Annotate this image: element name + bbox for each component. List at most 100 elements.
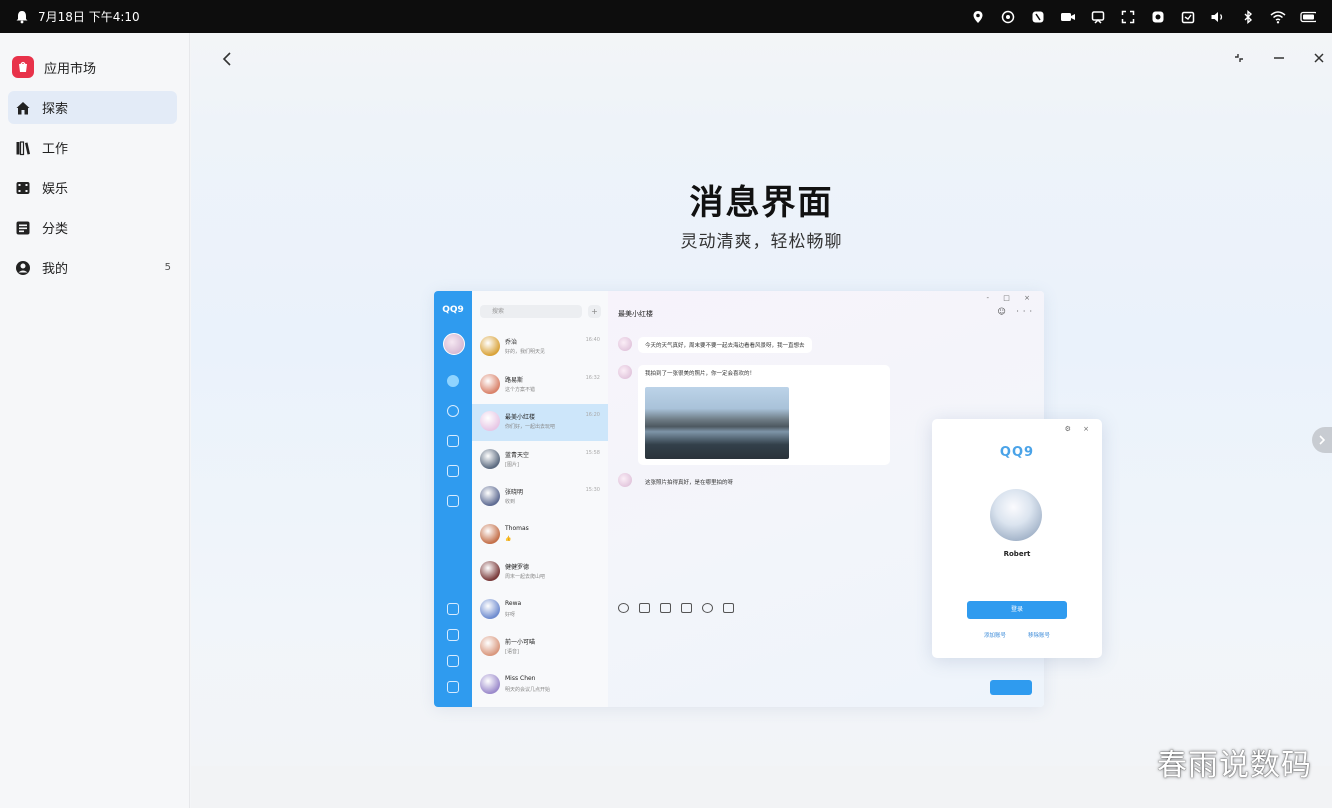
mock-login-controls: ⚙ × [1064, 425, 1094, 433]
mock-conversation-avatar [480, 523, 500, 544]
screenshot-icon[interactable] [1120, 9, 1136, 25]
cast-icon[interactable] [1090, 9, 1106, 25]
mock-mail-icon [447, 603, 459, 615]
chevron-right-icon [1319, 435, 1326, 445]
mock-conversation-item: 最美小红楼 你们好，一起出去玩吧 16:20 [472, 404, 608, 441]
sidebar-item-label: 分类 [42, 222, 69, 237]
system-status-bar: 7月18日 下午4:10 [0, 0, 1332, 33]
close-button[interactable] [1310, 49, 1328, 67]
sidebar-item-label: 娱乐 [42, 182, 69, 197]
mock-conversation-preview: 周末一起去爬山吧 [505, 574, 546, 580]
film-icon [14, 179, 32, 197]
back-button[interactable] [217, 49, 237, 69]
mock-more-icon [723, 603, 734, 613]
grid-list-icon [14, 219, 32, 237]
mock-conversation-avatar [480, 636, 500, 656]
mock-search-box: 搜索 [480, 305, 582, 318]
user-icon [14, 259, 32, 277]
sidebar: 应用市场 探索 工作 娱乐 分类 我的 5 [0, 33, 190, 808]
mock-conversation-time: 16:40 [585, 337, 600, 343]
mock-conversation-item: 前一小可喵 [语音] [472, 629, 608, 666]
nfc-icon[interactable] [1030, 9, 1046, 25]
mock-conversation-preview: 明天的会议几点开始 [505, 686, 551, 693]
sidebar-item-entertainment[interactable]: 娱乐 [8, 171, 177, 204]
mock-login-username: Robert [1003, 550, 1031, 558]
sidebar-item-label: 工作 [42, 142, 69, 157]
sidebar-item-label: 我的 [42, 262, 69, 277]
mock-conversation-preview: [图片] [505, 461, 519, 468]
fan-icon[interactable] [1000, 9, 1016, 25]
mock-conversation-preview: [语音] [505, 649, 519, 655]
record-icon[interactable] [1150, 9, 1166, 25]
mock-login-avatar [990, 489, 1042, 541]
mock-conversation-item: 张晓明 收到 15:30 [472, 479, 608, 516]
feature-title: 消息界面 [689, 183, 834, 223]
volume-icon[interactable] [1210, 9, 1226, 25]
mock-login-card: ⚙ × QQ9 Robert 登录 添加账号 移除账号 [932, 419, 1102, 658]
mock-chat-title: 最美小红楼 [618, 310, 653, 318]
mock-chat-tools: ☺ ··· [997, 307, 1036, 316]
mock-remove-account-link: 移除账号 [1028, 633, 1051, 639]
mock-conversation-item: Thomas 👍 [472, 517, 608, 554]
minimize-icon [1274, 57, 1284, 59]
mock-conversation-avatar [480, 561, 500, 581]
home-icon [14, 99, 32, 117]
mock-star-icon [447, 435, 459, 447]
mock-conversation-name: 健健罗德 [505, 564, 530, 571]
mock-conversation-item: Rewa 好呀 [472, 592, 608, 629]
wifi-icon[interactable] [1270, 9, 1286, 25]
next-screenshot-button[interactable] [1312, 427, 1332, 453]
shrink-icon [1235, 54, 1243, 62]
bluetooth-icon[interactable] [1240, 9, 1256, 25]
chevron-left-icon [222, 52, 231, 66]
mock-message-avatar [618, 473, 632, 487]
mock-conversation-time: 16:20 [585, 412, 600, 418]
mock-conversation-name: Rewa [505, 599, 522, 607]
watermark-text: 春雨说数码 [1157, 748, 1312, 783]
mock-conversation-name: Thomas [505, 524, 529, 532]
sidebar-item-work[interactable]: 工作 [8, 131, 177, 164]
bell-icon[interactable] [14, 9, 30, 25]
mock-conversation-name: 路易斯 [505, 376, 524, 384]
mock-emoji-icon [618, 603, 629, 613]
mock-chat-icon [447, 375, 459, 387]
books-icon [14, 139, 32, 157]
sidebar-item-category[interactable]: 分类 [8, 211, 177, 244]
mock-message: 我拍到了一张很美的照片，你一定会喜欢的！ [645, 371, 756, 377]
mock-apps-icon [447, 495, 459, 507]
mock-window-controls: - □ × [986, 294, 1036, 302]
mock-send-button [990, 680, 1032, 695]
mock-login-button: 登录 [967, 601, 1067, 619]
camera-icon[interactable] [1060, 9, 1076, 25]
sidebar-item-explore[interactable]: 探索 [8, 91, 177, 124]
mock-conversation-name: 前一小可喵 [505, 639, 536, 646]
location-icon[interactable] [970, 9, 986, 25]
mock-conversation-name: 蓝青天空 [505, 451, 530, 459]
mock-conversation-avatar [480, 486, 500, 506]
main-content: 消息界面 灵动清爽，轻松畅聊 QQ9 搜索 + 乔治 好的，我们明天见 16:40 路… [191, 33, 1332, 808]
sidebar-item-label: 探索 [42, 102, 69, 117]
minimize-button[interactable] [1270, 49, 1288, 67]
mock-conversation-time: 15:30 [585, 487, 600, 493]
sidebar-item-mine[interactable]: 我的 5 [8, 251, 177, 284]
mock-login-logo: QQ9 [999, 445, 1035, 460]
mock-nav-rail: QQ9 [434, 291, 472, 707]
mock-conversation-name: 乔治 [505, 339, 518, 346]
mock-conversation-avatar [480, 448, 500, 469]
window-controls [1230, 49, 1328, 67]
app-name: 应用市场 [44, 61, 97, 77]
update-count-badge: 5 [164, 262, 171, 273]
mock-menu-icon [447, 681, 459, 693]
mock-photo-landscape [645, 387, 789, 459]
calendar-icon[interactable] [1180, 9, 1196, 25]
mock-image-icon [447, 655, 459, 667]
restore-window-button[interactable] [1230, 49, 1248, 67]
battery-icon[interactable] [1300, 9, 1316, 25]
mock-conversation-item: 路易斯 这个方案不错 16:32 [472, 367, 608, 404]
mock-conversation-avatar [480, 673, 500, 694]
mock-folder-icon [447, 629, 459, 641]
mock-avatar [443, 333, 465, 355]
mock-plus-icon: + [588, 305, 601, 318]
mock-scissors-icon [639, 603, 650, 613]
mock-conversation-avatar [480, 598, 500, 619]
